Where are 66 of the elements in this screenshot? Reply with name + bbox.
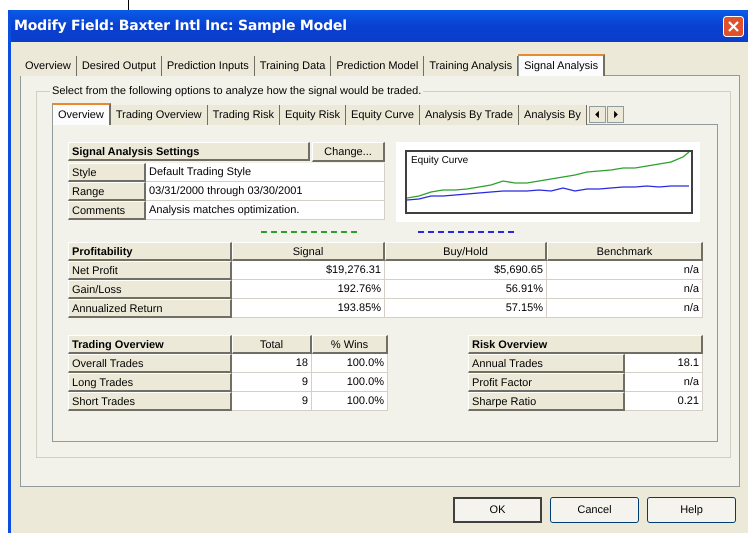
tab[interactable]: Trading Overview [110,105,208,125]
row-label: Comments [68,201,146,220]
chart-title: Equity Curve [411,155,468,166]
tab[interactable]: Training Analysis [424,56,518,76]
window-title: Modify Field: Baxter Intl Inc: Sample Model [14,18,347,34]
dialog-button[interactable]: OK [453,497,542,523]
table-header: Signal Analysis Settings [68,142,310,161]
table-header: Risk Overview [468,335,703,354]
table-cell: 9 [232,392,312,411]
row-label: Range [68,182,146,201]
table-cell: 100.0% [312,373,388,392]
table-cell: 0.21 [625,392,703,411]
row-label: Short Trades [68,392,232,411]
row-label: Style [68,163,146,182]
dialog-button[interactable]: Cancel [550,497,639,523]
change-button[interactable]: Change... [312,142,385,162]
row-label: Gain/Loss [68,280,232,299]
dialog-button[interactable]: Help [647,497,736,523]
table-cell: 03/31/2000 through 03/30/2001 [146,182,385,201]
table-cell: n/a [625,373,703,392]
row-label: Sharpe Ratio [468,392,625,411]
tab[interactable]: Prediction Inputs [162,56,255,76]
table-cell: 100.0% [312,354,388,373]
row-label: Overall Trades [68,354,232,373]
group-label: Select from the following options to analyze how the signal would be traded. [51,85,422,97]
scroll-left-icon[interactable] [588,106,606,122]
table-cell: 193.85% [232,299,385,318]
tab[interactable]: Signal Analysis [518,54,606,76]
tab[interactable]: Training Data [254,56,332,76]
table-cell: 18 [232,354,312,373]
table-cell: 57.15% [385,299,547,318]
table-cell: $19,276.31 [232,261,385,280]
tab[interactable]: Trading Risk [208,105,280,125]
table-cell: n/a [547,299,703,318]
table-cell: n/a [547,280,703,299]
column-header: % Wins [312,335,388,354]
column-header: Trading Overview [68,335,232,354]
column-header: Buy/Hold [385,242,547,261]
column-header: Total [232,335,312,354]
tab[interactable]: Desired Output [76,56,162,76]
tab[interactable]: Prediction Model [331,56,424,76]
table-cell: $5,690.65 [385,261,547,280]
tab[interactable]: Analysis By Trade [420,105,520,125]
table-cell: 9 [232,373,312,392]
tab[interactable]: Analysis By [519,105,587,125]
scroll-right-icon[interactable] [606,106,624,122]
tab[interactable]: Overview [52,103,111,125]
table-cell: 192.76% [232,280,385,299]
row-label: Annual Trades [468,354,625,373]
table-cell: 18.1 [625,354,703,373]
tab[interactable]: Overview [20,56,77,76]
column-header: Profitability [68,242,232,261]
table-cell: 56.91% [385,280,547,299]
column-header: Signal [232,242,385,261]
table-cell: Default Trading Style [146,163,385,182]
table-cell: 100.0% [312,392,388,411]
table-cell: Analysis matches optimization. [146,201,385,220]
row-label: Annualized Return [68,299,232,318]
tab[interactable]: Equity Risk [280,105,346,125]
table-cell: n/a [547,261,703,280]
row-label: Long Trades [68,373,232,392]
close-icon[interactable] [723,16,744,36]
row-label: Profit Factor [468,373,625,392]
tab[interactable]: Equity Curve [346,105,420,125]
column-header: Benchmark [547,242,703,261]
row-label: Net Profit [68,261,232,280]
